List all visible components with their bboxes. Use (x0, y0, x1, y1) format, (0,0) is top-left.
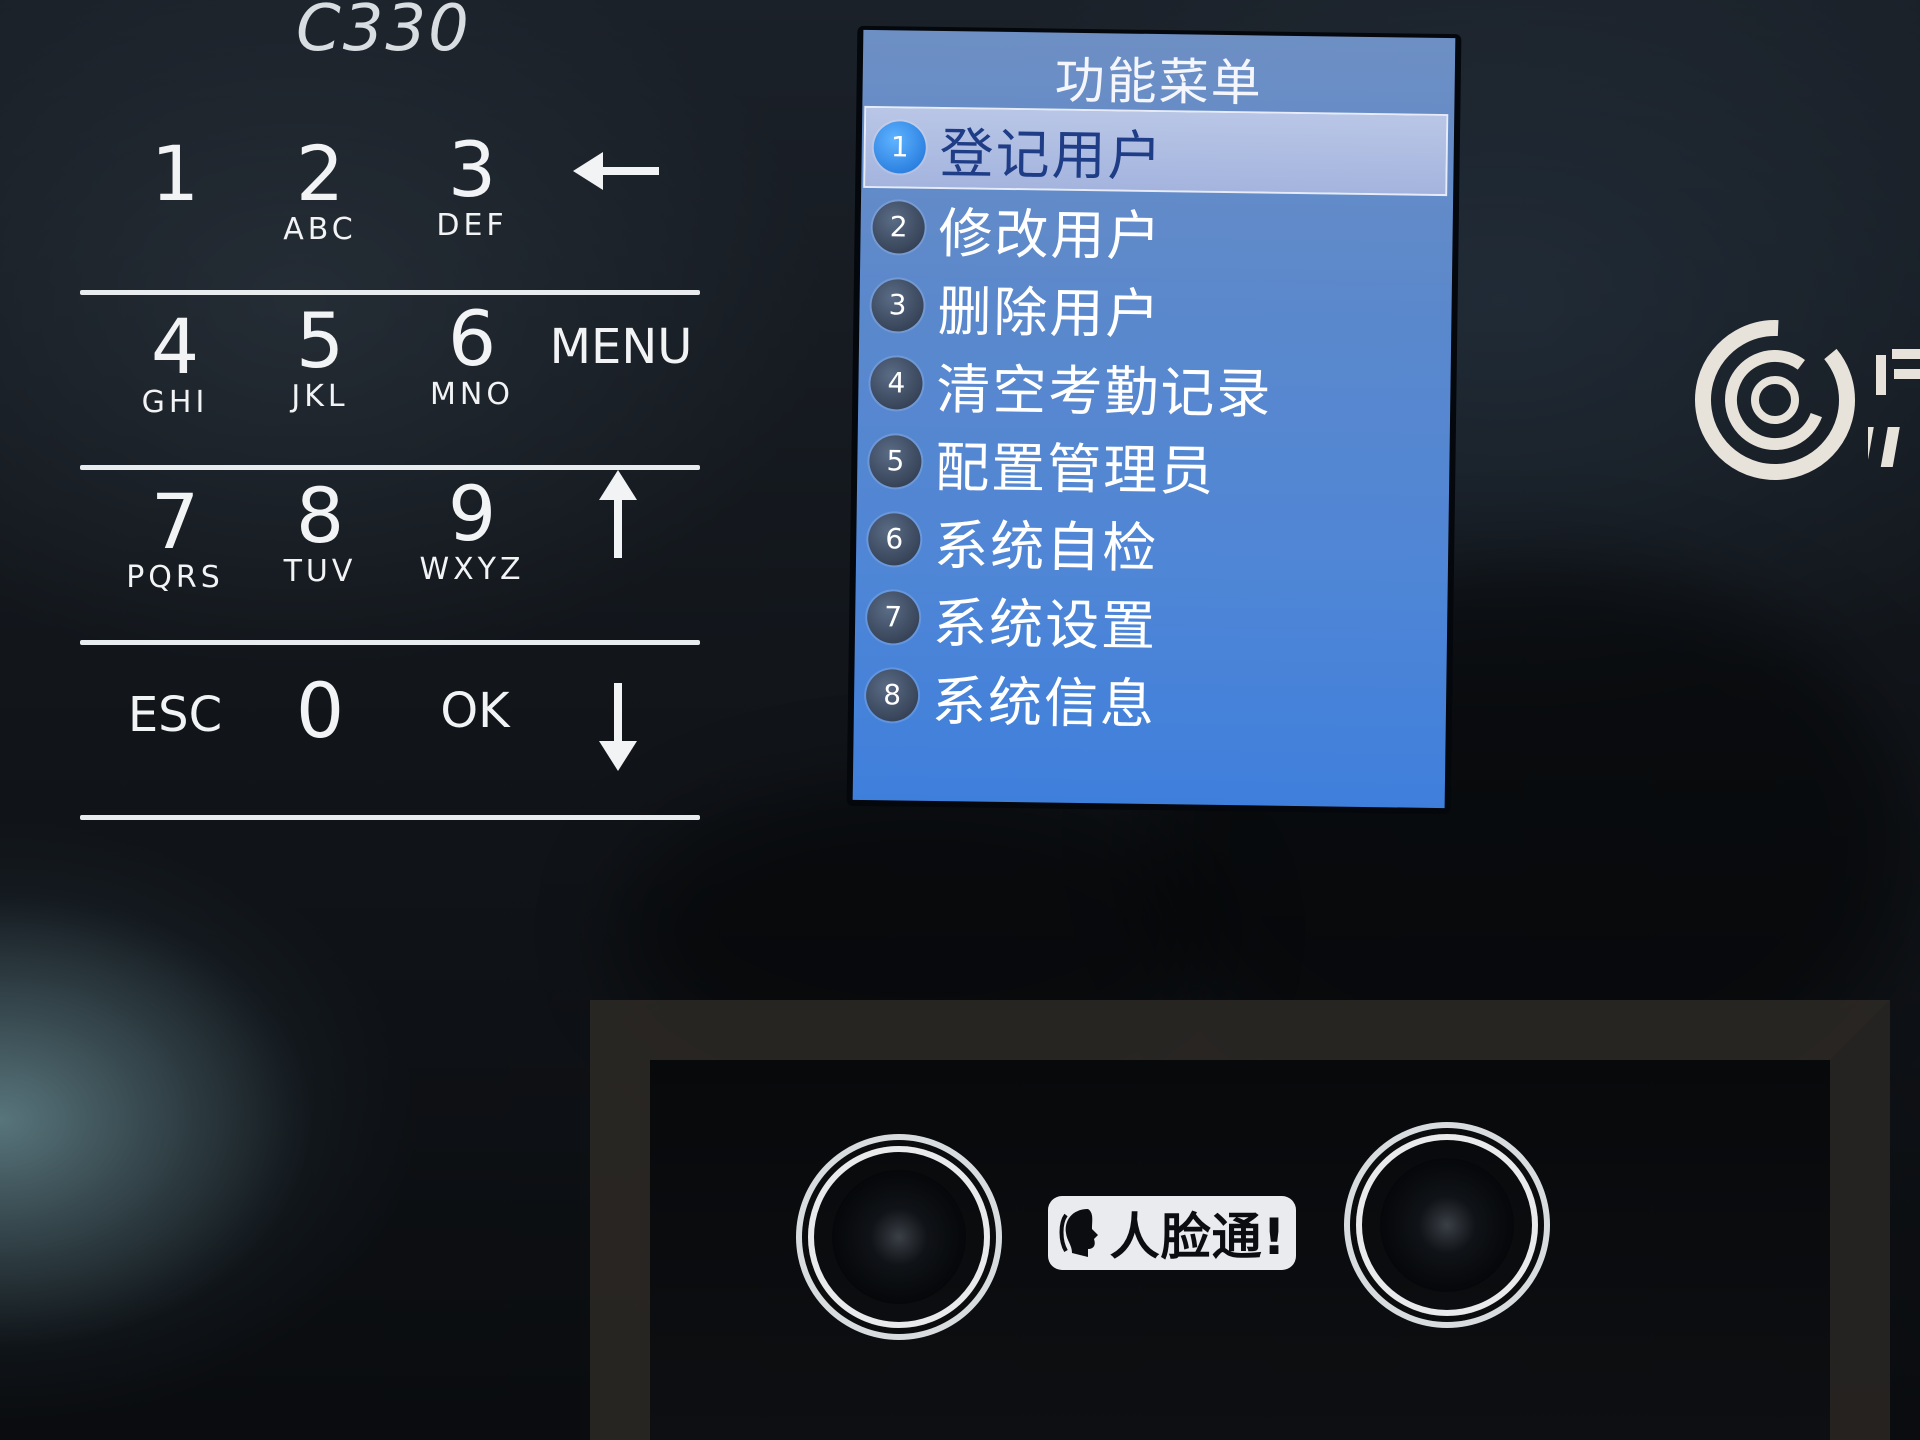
key-digit: 1 (150, 129, 200, 218)
key-0[interactable]: 0 (255, 671, 385, 751)
menu-number-badge: 5 (869, 435, 922, 488)
key-9[interactable]: 9 WXYZ (407, 474, 537, 586)
key-digit: 8 (295, 471, 345, 560)
function-menu: 1 登记用户 2 修改用户 3 删除用户 4 清空考勤记录 5 配置管理员 6 … (854, 105, 1455, 742)
menu-item-config-admin[interactable]: 5 配置管理员 (857, 422, 1450, 508)
brand-logo-icon (1695, 320, 1855, 480)
key-4[interactable]: 4 GHI (110, 307, 240, 419)
menu-item-self-test[interactable]: 6 系统自检 (856, 500, 1449, 586)
lens-core (832, 1170, 966, 1304)
key-7[interactable]: 7 PQRS (110, 482, 240, 594)
key-3[interactable]: 3 DEF (407, 130, 537, 242)
attendance-device: C330 1 2 ABC 3 DEF 4 GHI 5 JKL 6 MNO MEN… (0, 0, 1920, 1440)
brand-wordmark-icon (1868, 349, 1920, 467)
up-arrow-icon (599, 470, 637, 558)
keypad-row-4: ESC 0 OK (80, 645, 700, 820)
keypad-row-2: 4 GHI 5 JKL 6 MNO MENU (80, 295, 700, 470)
key-letters: GHI (141, 385, 209, 420)
key-digit: 4 (150, 302, 200, 391)
key-1[interactable]: 1 (110, 134, 240, 214)
menu-item-modify-user[interactable]: 2 修改用户 (860, 188, 1453, 274)
key-digit: 9 (447, 469, 497, 558)
key-letters: TUV (283, 554, 357, 589)
menu-item-label: 登记用户 (939, 121, 1165, 188)
key-letters: JKL (291, 379, 349, 414)
key-digit: 7 (150, 477, 200, 566)
key-letters: ABC (283, 212, 357, 247)
menu-item-register-user[interactable]: 1 登记用户 (863, 105, 1449, 197)
key-digit: 2 (295, 129, 345, 218)
key-letters: PQRS (126, 560, 224, 595)
key-word: OK (440, 683, 510, 739)
keypad: 1 2 ABC 3 DEF 4 GHI 5 JKL 6 MNO MENU 7 P… (80, 120, 700, 820)
brand-wordmark-cropped (1868, 335, 1920, 475)
menu-button[interactable]: MENU (546, 307, 696, 387)
menu-item-delete-user[interactable]: 3 删除用户 (859, 266, 1452, 352)
ok-button[interactable]: OK (400, 671, 550, 751)
menu-item-label: 系统设置 (932, 591, 1158, 658)
menu-item-label: 修改用户 (938, 201, 1163, 268)
menu-item-label: 系统信息 (931, 669, 1157, 736)
sensor-core (1380, 1158, 1514, 1292)
key-5[interactable]: 5 JKL (255, 301, 385, 413)
backspace-arrow-icon (573, 152, 659, 190)
menu-item-system-info[interactable]: 8 系统信息 (854, 656, 1447, 742)
keypad-divider (80, 815, 700, 820)
key-digit: 6 (447, 294, 497, 383)
menu-number-badge: 1 (873, 121, 927, 174)
down-arrow-icon (599, 683, 637, 771)
key-digit: 3 (447, 125, 497, 214)
key-8[interactable]: 8 TUV (255, 476, 385, 588)
screen-title: 功能菜单 (1054, 51, 1264, 113)
key-2[interactable]: 2 ABC (255, 134, 385, 246)
menu-number-badge: 2 (872, 201, 926, 254)
menu-item-label: 清空考勤记录 (935, 357, 1273, 426)
key-word: MENU (549, 319, 693, 375)
key-6[interactable]: 6 MNO (407, 299, 537, 411)
key-letters: WXYZ (419, 552, 525, 587)
face-profile-icon (1059, 1209, 1098, 1257)
lcd-screen: 功能菜单 1 登记用户 2 修改用户 3 删除用户 4 清空考勤记录 5 配置管… (852, 29, 1456, 809)
face-recognition-text: 人脸通! (1109, 1208, 1287, 1266)
menu-number-badge: 8 (865, 669, 919, 722)
menu-number-badge: 6 (867, 513, 921, 566)
menu-number-badge: 4 (870, 357, 923, 410)
menu-item-label: 配置管理员 (934, 435, 1216, 503)
camera-lens-icon (808, 1146, 990, 1328)
key-letters: DEF (436, 208, 508, 243)
menu-item-label: 删除用户 (937, 279, 1162, 346)
key-down[interactable] (553, 681, 683, 771)
model-label: C330 (296, 0, 471, 66)
keypad-row-3: 7 PQRS 8 TUV 9 WXYZ (80, 470, 700, 645)
key-word: ESC (127, 687, 223, 743)
key-letters: MNO (430, 377, 514, 412)
menu-number-badge: 7 (866, 591, 920, 644)
key-up[interactable] (553, 470, 683, 560)
menu-item-system-settings[interactable]: 7 系统设置 (855, 578, 1448, 664)
keypad-row-1: 1 2 ABC 3 DEF (80, 120, 700, 295)
esc-button[interactable]: ESC (100, 675, 250, 755)
face-recognition-badge: 人脸通! (1048, 1196, 1296, 1270)
ir-sensor-icon (1356, 1134, 1538, 1316)
menu-item-label: 系统自检 (933, 513, 1159, 580)
menu-item-clear-attendance[interactable]: 4 清空考勤记录 (858, 344, 1451, 430)
menu-number-badge: 3 (871, 279, 924, 332)
key-digit: 5 (295, 296, 345, 385)
key-backspace[interactable] (553, 148, 683, 194)
key-digit: 0 (295, 666, 345, 755)
